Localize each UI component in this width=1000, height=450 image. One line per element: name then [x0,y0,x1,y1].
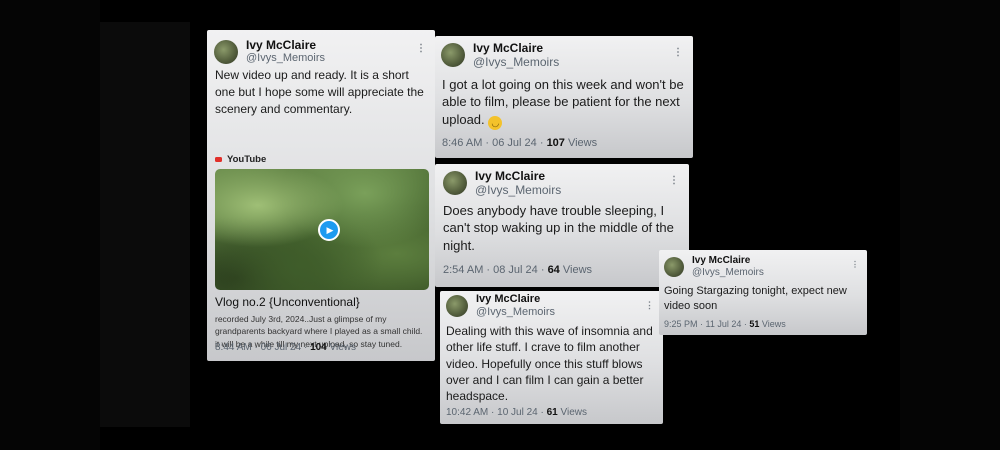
tweet-card[interactable]: Ivy McClaire @Ivys_Memoirs ⋮ Does anybod… [435,164,689,287]
avatar[interactable] [443,171,467,196]
views-label: Views [557,407,588,418]
tweet-meta: 2:54 AM · 08 Jul 24 · 64 Views [443,264,592,276]
view-count: 104 [310,342,327,353]
timestamp[interactable]: 2:54 AM · 08 Jul 24 · [443,264,548,276]
youtube-logo-icon [215,157,222,162]
tweet-meta: 8:44 AM · 06 Jul 24 · 104 Views [215,342,356,353]
timestamp[interactable]: 10:42 AM · 10 Jul 24 · [446,407,547,418]
tweet-card[interactable]: Ivy McClaire @Ivys_Memoirs ⋮ I got a lot… [435,36,693,158]
play-icon[interactable]: ▶ [318,219,340,241]
avatar[interactable] [214,39,238,64]
tweet-card-video[interactable]: Ivy McClaire @Ivys_Memoirs ⋮ New video u… [207,30,435,361]
tweet-header: Ivy McClaire @Ivys_Memoirs [446,293,555,319]
views-label: Views [759,319,786,329]
views-label: Views [559,264,593,276]
tweet-text: Dealing with this wave of insomnia and o… [446,324,653,404]
tweet-header: Ivy McClaire @Ivys_Memoirs [441,41,559,70]
tweet-text: Going Stargazing tonight, expect new vid… [664,285,847,312]
author-handle[interactable]: @Ivys_Memoirs [476,306,555,319]
author-handle[interactable]: @Ivys_Memoirs [475,183,561,197]
author-name[interactable]: Ivy McClaire [692,255,764,267]
smile-emoji-icon: ◡ [488,115,503,130]
author-name[interactable]: Ivy McClaire [246,38,325,52]
more-dots-icon[interactable]: ⋮ [851,261,859,269]
tweet-card[interactable]: Ivy McClaire @Ivys_Memoirs ⋮ Dealing wit… [440,291,663,424]
tweet-meta: 9:25 PM · 11 Jul 24 · 51 Views [664,319,786,329]
author-name[interactable]: Ivy McClaire [473,41,559,55]
view-count: 51 [749,319,760,329]
tweet-header: Ivy McClaire @Ivys_Memoirs [443,169,561,198]
author-name[interactable]: Ivy McClaire [476,293,555,306]
tweet-header: Ivy McClaire @Ivys_Memoirs [214,38,325,66]
more-dots-icon[interactable]: ⋮ [669,176,679,186]
author-handle[interactable]: @Ivys_Memoirs [246,52,325,65]
view-count: 61 [546,407,558,418]
timestamp[interactable]: 9:25 PM · 11 Jul 24 · [664,319,749,329]
tweet-meta: 10:42 AM · 10 Jul 24 · 61 Views [446,407,587,418]
source-label: YouTube [227,154,267,165]
views-label: Views [564,137,598,149]
avatar[interactable] [446,295,468,318]
tweet-text: Does anybody have trouble sleeping, I ca… [443,203,674,253]
author-handle[interactable]: @Ivys_Memoirs [692,267,764,279]
video-thumbnail[interactable]: ▶ [215,169,429,290]
author-name[interactable]: Ivy McClaire [475,169,561,183]
more-dots-icon[interactable]: ⋮ [645,301,654,310]
view-count: 107 [546,137,565,149]
more-dots-icon[interactable]: ⋮ [673,48,683,58]
tweet-text: I got a lot going on this week and won't… [442,76,690,130]
tweet-text-body: I got a lot going on this week and won't… [442,77,684,127]
timestamp[interactable]: 8:44 AM · 06 Jul 24 · [215,342,310,353]
link-card-source: YouTube [215,154,266,165]
views-label: Views [326,342,357,353]
tweet-meta: 8:46 AM · 06 Jul 24 · 107 Views [442,137,597,149]
video-title[interactable]: Vlog no.2 {Unconventional} [215,295,360,309]
right-letterbox [900,0,1000,450]
author-handle[interactable]: @Ivys_Memoirs [473,55,559,69]
background-shade [100,22,190,427]
more-dots-icon[interactable]: ⋮ [416,44,426,54]
tweet-text: New video up and ready. It is a short on… [215,68,424,117]
left-letterbox [0,0,100,450]
tweet-header: Ivy McClaire @Ivys_Memoirs [664,255,764,279]
tweet-card[interactable]: Ivy McClaire @Ivys_Memoirs ⋮ Going Starg… [659,250,867,335]
view-count: 64 [547,264,560,276]
timestamp[interactable]: 8:46 AM · 06 Jul 24 · [442,137,547,149]
avatar[interactable] [441,43,465,68]
avatar[interactable] [664,257,684,277]
